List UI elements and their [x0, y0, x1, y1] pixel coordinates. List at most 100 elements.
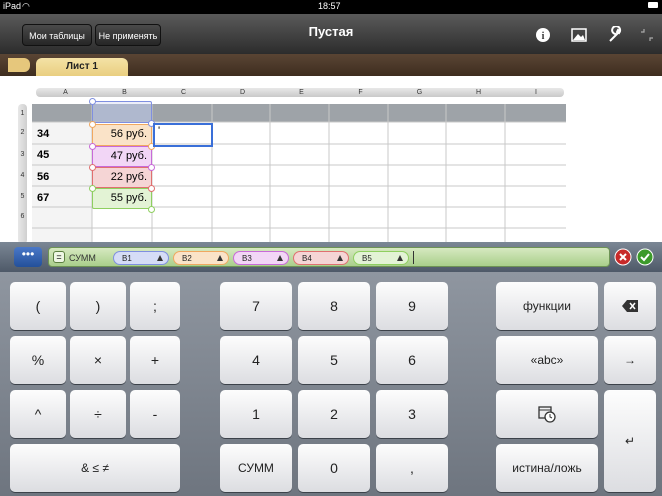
row-header-5[interactable]: 5: [18, 193, 27, 200]
key-3[interactable]: 3: [376, 390, 448, 438]
info-icon[interactable]: i: [534, 26, 552, 44]
column-header-e[interactable]: E: [272, 88, 331, 97]
return-key[interactable]: ↵: [604, 390, 656, 492]
key-plus[interactable]: +: [130, 336, 180, 384]
cell-a4[interactable]: 56: [37, 171, 49, 183]
row-header-6[interactable]: 6: [18, 213, 27, 220]
key-7[interactable]: 7: [220, 282, 292, 330]
range-handle[interactable]: [89, 98, 96, 105]
functions-button[interactable]: функции: [496, 282, 598, 330]
column-header-g[interactable]: G: [390, 88, 449, 97]
tab-scroll-handle[interactable]: [8, 58, 30, 72]
range-handle[interactable]: [89, 185, 96, 192]
equals-icon: =: [53, 251, 65, 263]
key-semicolon[interactable]: ;: [130, 282, 180, 330]
column-header-a[interactable]: A: [36, 88, 95, 97]
cell-b5[interactable]: 55 руб.: [92, 188, 152, 209]
key-multiply[interactable]: ×: [70, 336, 126, 384]
key-minus[interactable]: -: [130, 390, 180, 438]
tab-sheet-1[interactable]: Лист 1: [36, 58, 128, 78]
date-time-icon: [538, 406, 556, 423]
token-b1-label: B1: [122, 254, 132, 263]
key-0[interactable]: 0: [298, 444, 370, 492]
comparison-operators-button[interactable]: & ≤ ≠: [10, 444, 180, 492]
token-b4-label: B4: [302, 254, 312, 263]
cell-b1[interactable]: [92, 101, 152, 123]
sum-button[interactable]: СУММ: [220, 444, 292, 492]
confirm-icon[interactable]: [636, 248, 654, 266]
range-handle[interactable]: [89, 164, 96, 171]
active-cell-c2[interactable]: ': [153, 123, 213, 147]
key-caret[interactable]: ^: [10, 390, 66, 438]
key-4[interactable]: 4: [220, 336, 292, 384]
fullscreen-icon[interactable]: [638, 26, 656, 44]
formula-editor[interactable]: = СУММ B1 B2 B3 B4 B5: [48, 247, 610, 267]
range-handle[interactable]: [148, 185, 155, 192]
token-dropdown-icon[interactable]: [217, 255, 223, 261]
wifi-icon: ◠: [22, 1, 30, 11]
row-header-1[interactable]: 1: [18, 110, 27, 117]
formula-function[interactable]: СУММ: [69, 251, 96, 265]
range-handle[interactable]: [89, 121, 96, 128]
more-icon[interactable]: •••: [14, 247, 42, 267]
key-9[interactable]: 9: [376, 282, 448, 330]
column-header-b[interactable]: B: [95, 88, 154, 97]
key-close-paren[interactable]: ): [70, 282, 126, 330]
token-b1[interactable]: B1: [113, 251, 169, 265]
key-percent[interactable]: %: [10, 336, 66, 384]
next-cell-key[interactable]: →: [604, 336, 656, 384]
row-header-3[interactable]: 3: [18, 151, 27, 158]
cell-b2[interactable]: 56 руб.: [92, 124, 152, 146]
cell-b4[interactable]: 22 руб.: [92, 167, 152, 188]
key-8[interactable]: 8: [298, 282, 370, 330]
column-header-d[interactable]: D: [213, 88, 272, 97]
column-header-h[interactable]: H: [449, 88, 508, 97]
key-divide[interactable]: ÷: [70, 390, 126, 438]
token-b3-label: B3: [242, 254, 252, 263]
row-header-4[interactable]: 4: [18, 172, 27, 179]
column-header-f[interactable]: F: [331, 88, 390, 97]
token-b3[interactable]: B3: [233, 251, 289, 265]
cell-a2[interactable]: 34: [37, 128, 49, 140]
column-header-c[interactable]: C: [154, 88, 213, 97]
key-open-paren[interactable]: (: [10, 282, 66, 330]
key-6[interactable]: 6: [376, 336, 448, 384]
true-false-button[interactable]: истина/ложь: [496, 444, 598, 492]
token-dropdown-icon[interactable]: [277, 255, 283, 261]
range-handle[interactable]: [89, 143, 96, 150]
document-title: Пустая: [308, 24, 354, 39]
sheet-tab-bar: Лист 1: [0, 54, 662, 78]
key-2[interactable]: 2: [298, 390, 370, 438]
key-5[interactable]: 5: [298, 336, 370, 384]
range-handle[interactable]: [148, 206, 155, 213]
cell-a5[interactable]: 67: [37, 192, 49, 204]
token-dropdown-icon[interactable]: [337, 255, 343, 261]
cell-b3[interactable]: 47 руб.: [92, 146, 152, 167]
wrench-icon[interactable]: [606, 26, 624, 44]
token-dropdown-icon[interactable]: [397, 255, 403, 261]
token-dropdown-icon[interactable]: [157, 255, 163, 261]
text-mode-button[interactable]: «abc»: [496, 336, 598, 384]
row-header-2[interactable]: 2: [18, 129, 27, 136]
token-b5[interactable]: B5: [353, 251, 409, 265]
image-icon[interactable]: [570, 26, 588, 44]
row-header-bar[interactable]: 1 2 3 4 5 6: [18, 104, 27, 244]
cancel-icon[interactable]: [614, 248, 632, 266]
status-bar: iPad ◠ 18:57: [0, 0, 662, 14]
date-time-button[interactable]: [496, 390, 598, 438]
column-header-i[interactable]: I: [508, 88, 564, 97]
column-header-bar[interactable]: A B C D E F G H I: [36, 88, 564, 97]
formula-keyboard: ( ) ; 7 8 9 функции % × + 4 5 6 «abc» → …: [0, 272, 662, 496]
token-b2[interactable]: B2: [173, 251, 229, 265]
backspace-icon: [622, 300, 638, 312]
toolbar: Мои таблицы Не применять Пустая i: [0, 14, 662, 54]
token-b5-label: B5: [362, 254, 372, 263]
cell-a3[interactable]: 45: [37, 149, 49, 161]
svg-text:i: i: [542, 31, 545, 42]
backspace-key[interactable]: [604, 282, 656, 330]
key-comma[interactable]: ,: [376, 444, 448, 492]
clock: 18:57: [318, 1, 341, 11]
range-handle[interactable]: [148, 164, 155, 171]
token-b4[interactable]: B4: [293, 251, 349, 265]
key-1[interactable]: 1: [220, 390, 292, 438]
